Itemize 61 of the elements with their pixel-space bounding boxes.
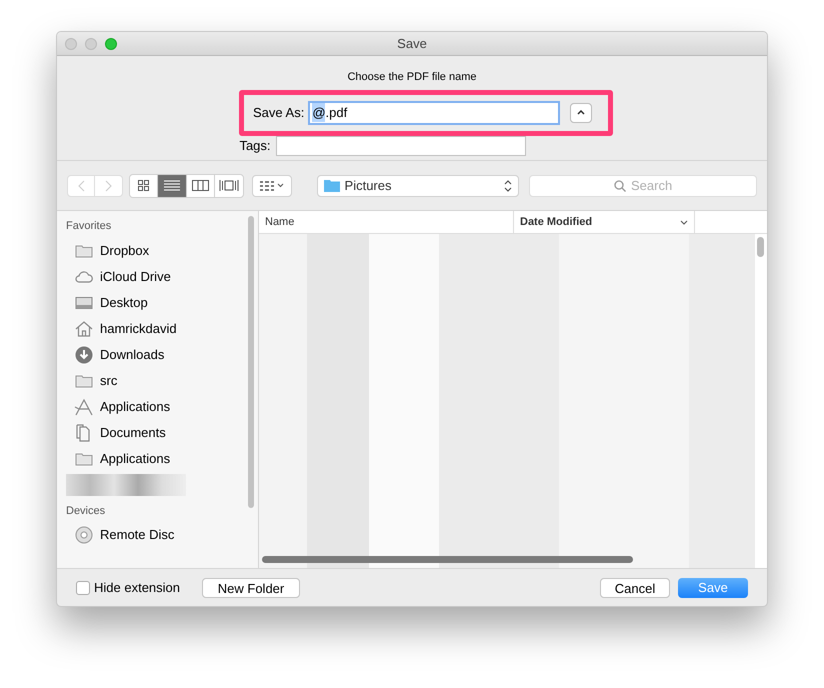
minimize-button[interactable] xyxy=(85,38,97,50)
column-header[interactable]: Date Modified xyxy=(514,211,695,233)
new-folder-button[interactable]: New Folder xyxy=(202,578,300,598)
search-icon xyxy=(614,180,626,192)
cancel-button[interactable]: Cancel xyxy=(600,578,670,598)
view-mode-button[interactable] xyxy=(130,174,158,196)
arrange-button[interactable] xyxy=(252,174,292,196)
applications-icon xyxy=(74,398,94,416)
filename-field[interactable]: @.pdf xyxy=(308,100,560,124)
sidebar-item[interactable]: hamrickdavid xyxy=(100,318,177,338)
forward-button[interactable] xyxy=(95,174,123,196)
sidebar-item[interactable]: iCloud Drive xyxy=(100,266,171,286)
close-button[interactable] xyxy=(65,38,77,50)
download-icon xyxy=(75,346,93,364)
view-mode-button[interactable] xyxy=(186,174,216,196)
chevron-down-icon xyxy=(680,220,688,224)
view-mode-button[interactable] xyxy=(158,174,187,196)
prompt-text: Choose the PDF file name xyxy=(347,70,476,85)
hide-extension-label: Hide extension xyxy=(94,578,180,597)
house-icon xyxy=(75,320,93,336)
chevron-right-icon xyxy=(105,180,112,192)
column-view-icon xyxy=(192,180,209,191)
back-button[interactable] xyxy=(67,174,95,196)
chevron-up-icon xyxy=(577,110,586,115)
sidebar-item[interactable]: Applications xyxy=(100,396,170,416)
sidebar-item[interactable]: Applications xyxy=(100,448,170,468)
scrollbar-thumb[interactable] xyxy=(262,556,633,563)
location-popup[interactable]: Pictures xyxy=(316,174,520,196)
cover-flow-icon xyxy=(219,180,240,191)
tags-label: Tags: xyxy=(239,136,271,155)
view-mode-button[interactable] xyxy=(215,174,244,196)
save-as-label: Save As: xyxy=(253,104,304,122)
sidebar-heading: Devices xyxy=(66,504,106,518)
grid-view-icon xyxy=(138,180,150,191)
sidebar-item[interactable]: Desktop xyxy=(100,292,148,312)
sidebar-item[interactable]: Remote Disc xyxy=(100,525,174,545)
chevron-down-icon xyxy=(276,183,284,188)
desktop-icon xyxy=(75,296,93,310)
scrollbar-thumb[interactable] xyxy=(248,216,254,508)
column-header[interactable]: Name xyxy=(259,211,514,233)
folder-icon xyxy=(75,452,93,466)
sidebar-item[interactable]: Downloads xyxy=(100,344,164,364)
tags-field[interactable] xyxy=(276,136,526,156)
list-view-icon xyxy=(164,180,180,191)
disc-icon xyxy=(75,526,93,544)
folder-icon xyxy=(75,374,93,388)
scrollbar-thumb[interactable] xyxy=(757,237,764,257)
sidebar-item[interactable]: Documents xyxy=(100,422,166,442)
cloud-icon xyxy=(75,270,93,284)
collapse-button[interactable] xyxy=(570,102,592,122)
window-title: Save xyxy=(397,34,427,53)
sidebar-item[interactable]: Dropbox xyxy=(100,240,150,260)
chevron-left-icon xyxy=(78,180,84,192)
updown-icon xyxy=(504,180,512,192)
checkbox[interactable] xyxy=(76,580,90,594)
arrange-icon xyxy=(260,180,274,190)
folder-icon xyxy=(324,179,340,192)
zoom-button[interactable] xyxy=(105,38,117,50)
sidebar-heading: Favorites xyxy=(66,219,112,234)
folder-icon xyxy=(75,244,93,258)
sidebar-item[interactable]: src xyxy=(100,370,118,390)
